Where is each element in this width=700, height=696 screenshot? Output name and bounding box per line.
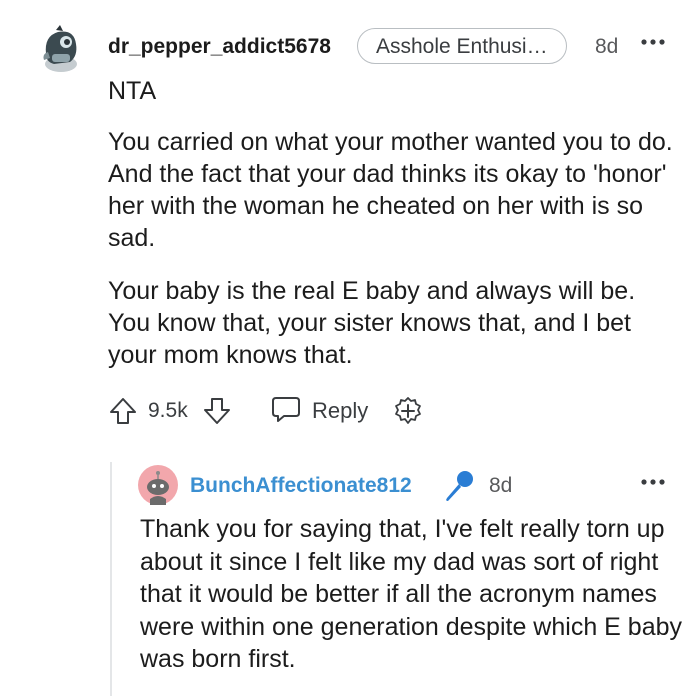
- avatar[interactable]: [138, 465, 178, 505]
- thread-line[interactable]: [110, 462, 112, 696]
- comment-paragraph: NTA: [108, 77, 157, 105]
- downvote-icon[interactable]: [202, 396, 232, 426]
- vote-count: 9.5k: [148, 399, 188, 422]
- more-options-icon[interactable]: [640, 32, 666, 52]
- avatar[interactable]: [36, 24, 86, 74]
- reply-text: Thank you for saying that, I've felt rea…: [140, 515, 683, 673]
- user-flair: Asshole Enthusi…: [357, 28, 567, 64]
- op-microphone-icon: [441, 468, 477, 504]
- comment-paragraph: You carried on what your mother wanted y…: [108, 128, 673, 252]
- more-options-icon[interactable]: [640, 472, 666, 492]
- username[interactable]: BunchAffectionate812: [190, 474, 412, 498]
- comment-paragraph: Your baby is the real E baby and always …: [108, 277, 636, 369]
- reply-icon: [270, 394, 302, 429]
- reply-button[interactable]: Reply: [270, 394, 368, 428]
- timestamp: 8d: [595, 35, 619, 58]
- reply-label: Reply: [312, 398, 369, 423]
- award-icon[interactable]: [392, 396, 424, 428]
- username[interactable]: dr_pepper_addict5678: [108, 35, 331, 59]
- timestamp: 8d: [489, 474, 513, 497]
- upvote-icon[interactable]: [108, 396, 138, 426]
